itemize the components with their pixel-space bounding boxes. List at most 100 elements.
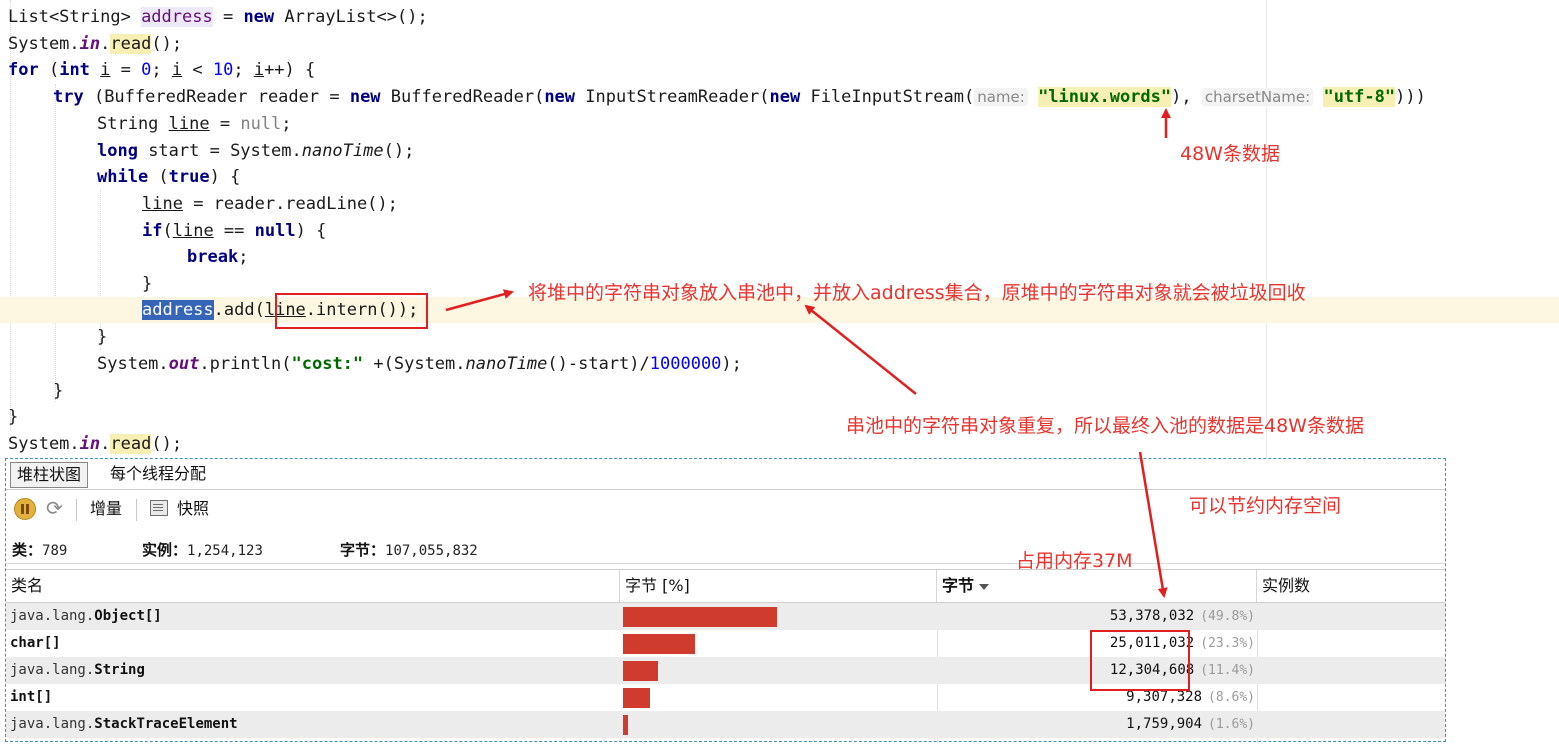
bytes-percent-value: (8.6%) bbox=[1208, 690, 1255, 705]
code-token: if bbox=[142, 221, 163, 241]
sort-descending-icon bbox=[979, 583, 990, 590]
code-line-7[interactable]: while (true) { bbox=[97, 164, 240, 190]
table-row[interactable]: int[] 9,307,328 (8.6%) bbox=[6, 684, 1445, 711]
code-line-10[interactable]: break; bbox=[187, 244, 248, 270]
summary-label: 类： bbox=[12, 541, 43, 559]
bytes-value: 53,378,032 bbox=[1109, 608, 1195, 624]
class-simple-name: int[] bbox=[10, 689, 53, 705]
summary-value: 789 bbox=[42, 543, 68, 559]
column-header-instances[interactable]: 实例数 bbox=[1257, 570, 1445, 602]
code-line-8[interactable]: line = reader.readLine(); bbox=[142, 191, 398, 217]
code-token: = bbox=[110, 60, 142, 80]
code-token: System. bbox=[8, 434, 80, 454]
profiler-tabs: 堆柱状图 每个线程分配 bbox=[6, 459, 1445, 490]
bytes-highlight-box bbox=[1090, 630, 1190, 691]
instances-cell bbox=[1257, 630, 1445, 657]
snapshot-button[interactable]: 快照 bbox=[177, 497, 209, 521]
code-token: ); bbox=[721, 354, 742, 374]
code-token: ()-start)/ bbox=[547, 354, 650, 374]
code-token: . bbox=[100, 434, 111, 454]
class-name-cell: java.lang.Object[] bbox=[6, 603, 620, 630]
snapshot-icon[interactable] bbox=[150, 500, 168, 516]
code-token: int bbox=[59, 60, 90, 80]
code-token: in bbox=[79, 434, 101, 454]
code-token: new bbox=[769, 87, 801, 107]
code-line-14[interactable]: System.out.println("cost:" +(System.nano… bbox=[97, 351, 742, 377]
code-token: ArrayList<>(); bbox=[274, 7, 428, 27]
table-row[interactable]: char[] 25,011,032 (23.3%) bbox=[6, 630, 1445, 657]
code-line-13[interactable]: } bbox=[97, 324, 107, 350]
summary-instances: 实例：1,254,123 bbox=[142, 537, 263, 564]
bytes-cell: 1,759,904 (1.6%) bbox=[937, 711, 1255, 738]
code-token: line bbox=[172, 221, 214, 241]
annotation-pool-note: 串池中的字符串对象重复，所以最终入池的数据是48W条数据 bbox=[846, 415, 1364, 437]
code-token: nanoTime bbox=[465, 354, 548, 374]
table-row[interactable]: java.lang.Object[] 53,378,032 (49.8%) bbox=[6, 603, 1445, 630]
indent-guide bbox=[55, 84, 57, 402]
code-token: ; bbox=[281, 114, 292, 134]
pause-icon[interactable] bbox=[14, 498, 36, 520]
bytes-percent-bar bbox=[623, 688, 650, 708]
code-token: ; bbox=[238, 247, 249, 267]
bytes-percent-bar bbox=[623, 661, 659, 681]
code-token: String bbox=[97, 114, 169, 134]
bytes-percent-cell bbox=[620, 630, 937, 657]
code-line-17[interactable]: System.in.read(); bbox=[8, 431, 182, 457]
code-token: address bbox=[142, 300, 214, 320]
delta-button[interactable]: 增量 bbox=[90, 497, 122, 521]
code-token: try bbox=[53, 87, 84, 107]
code-line-1[interactable]: List<String> address = new ArrayList<>()… bbox=[8, 4, 428, 30]
bytes-percent-value: (1.6%) bbox=[1208, 717, 1255, 732]
code-token: ; bbox=[151, 60, 172, 80]
code-token: == bbox=[213, 221, 255, 241]
code-token: System. bbox=[97, 354, 169, 374]
column-header-bytes[interactable]: 字节 bbox=[937, 570, 1257, 602]
bytes-cell: 53,378,032 (49.8%) bbox=[937, 603, 1255, 630]
code-line-3[interactable]: for (int i = 0; i < 10; i++) { bbox=[8, 57, 315, 83]
code-editor[interactable]: List<String> address = new ArrayList<>()… bbox=[0, 0, 1559, 458]
code-line-6[interactable]: long start = System.nanoTime(); bbox=[97, 138, 414, 164]
code-token: new bbox=[544, 87, 576, 107]
class-package: java.lang. bbox=[10, 608, 95, 624]
code-token: read bbox=[110, 434, 152, 454]
code-token: line bbox=[142, 194, 183, 214]
column-header-bytes-percent[interactable]: 字节 [%] bbox=[620, 570, 937, 602]
code-line-4[interactable]: try (BufferedReader reader = new Buffere… bbox=[53, 84, 1426, 110]
code-token: ) { bbox=[209, 167, 241, 187]
tab-per-thread-allocation[interactable]: 每个线程分配 bbox=[104, 462, 212, 486]
annotation-intern-note: 将堆中的字符串对象放入串池中，并放入address集合，原堆中的字符串对象就会被… bbox=[528, 282, 1306, 304]
annotation-data-count: 48W条数据 bbox=[1180, 143, 1280, 165]
code-token: < bbox=[182, 60, 213, 80]
class-simple-name: Object[] bbox=[94, 608, 162, 624]
code-token: ) { bbox=[295, 221, 327, 241]
tab-heap-histogram[interactable]: 堆柱状图 bbox=[10, 462, 89, 488]
code-line-2[interactable]: System.in.read(); bbox=[8, 31, 182, 57]
class-simple-name: String bbox=[94, 662, 145, 678]
code-token: 1000000 bbox=[649, 354, 722, 374]
table-row[interactable]: java.lang.String 12,304,608 (11.4%) bbox=[6, 657, 1445, 684]
code-token: ; bbox=[233, 60, 254, 80]
code-line-5[interactable]: String line = null; bbox=[97, 111, 292, 137]
param-hint: name: bbox=[974, 88, 1028, 106]
code-token: BufferedReader( bbox=[380, 87, 545, 107]
code-token: "cost:" bbox=[291, 354, 364, 374]
code-token: ( bbox=[148, 167, 169, 187]
code-line-11[interactable]: } bbox=[142, 271, 152, 297]
code-token: line bbox=[168, 114, 210, 134]
table-row[interactable]: java.lang.StackTraceElement 1,759,904 (1.6… bbox=[6, 711, 1445, 738]
column-header-class-name[interactable]: 类名 bbox=[6, 570, 620, 602]
code-token: (); bbox=[151, 434, 183, 454]
code-token: System. bbox=[8, 34, 80, 54]
code-line-15[interactable]: } bbox=[53, 378, 63, 404]
code-token: for bbox=[8, 60, 39, 80]
code-line-16[interactable]: } bbox=[8, 404, 18, 430]
refresh-icon[interactable]: ⟳ bbox=[46, 497, 63, 519]
instances-cell bbox=[1257, 657, 1445, 684]
param-hint: charsetName: bbox=[1201, 88, 1314, 106]
code-token: in bbox=[79, 34, 101, 54]
code-line-9[interactable]: if(line == null) { bbox=[142, 218, 326, 244]
bytes-value: 1,759,904 bbox=[1126, 716, 1203, 732]
class-simple-name: StackTraceElement bbox=[94, 716, 238, 732]
code-token: address bbox=[141, 7, 213, 27]
